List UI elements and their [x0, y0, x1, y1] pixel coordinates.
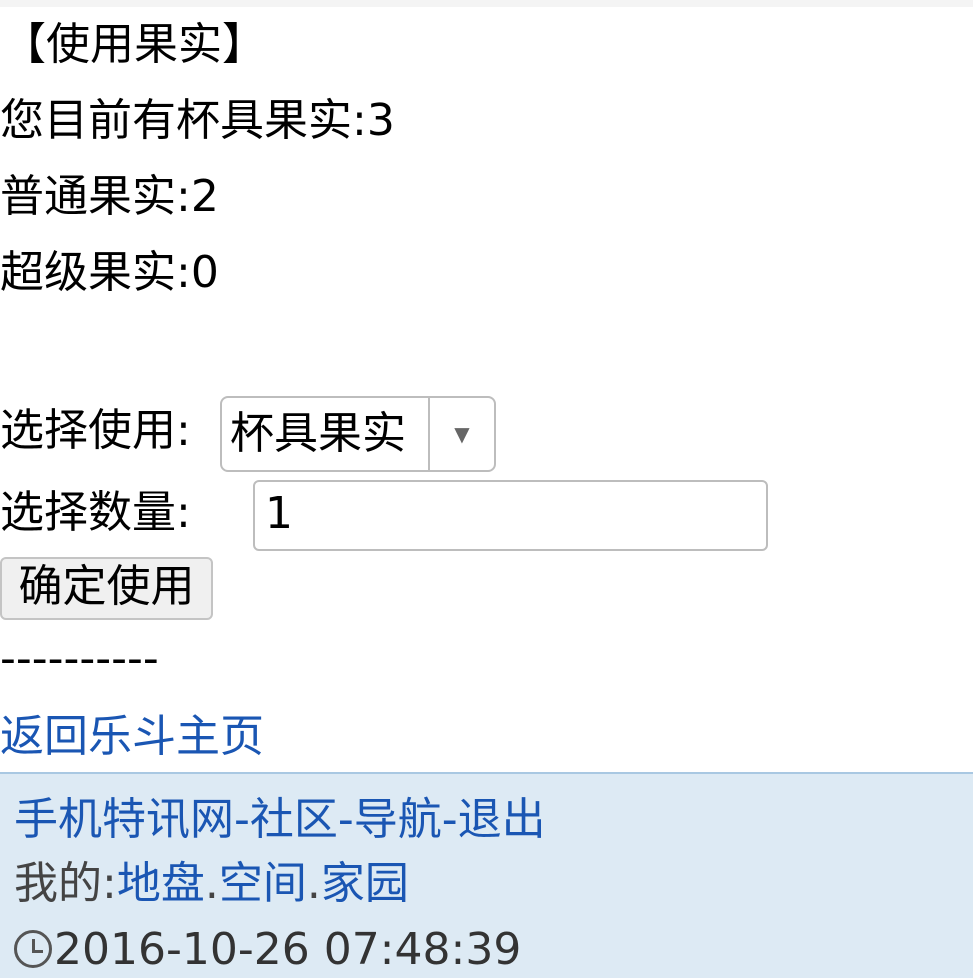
- select-use-label: 选择使用:: [0, 405, 191, 456]
- footer-time: 2016-10-26 07:48:39: [14, 924, 521, 976]
- footer: 手机特讯网-社区-导航-退出 我的:地盘.空间.家园 2016-10-26 07…: [0, 772, 973, 978]
- territory-link[interactable]: 地盘: [117, 858, 205, 909]
- normal-fruit-count: 普通果实:2: [0, 171, 219, 222]
- divider-text: ----------: [0, 633, 159, 684]
- nav-separator: -: [337, 794, 354, 845]
- space-link[interactable]: 空间: [219, 858, 307, 909]
- super-fruit-count: 超级果实:0: [0, 247, 219, 298]
- current-fruit-total: 您目前有杯具果实:3: [0, 95, 395, 146]
- clock-icon: [14, 930, 52, 968]
- footer-mine: 我的:地盘.空间.家园: [14, 858, 409, 910]
- return-home-link[interactable]: 返回乐斗主页: [0, 711, 264, 763]
- chevron-down-icon[interactable]: ▼: [430, 422, 494, 446]
- navigation-link[interactable]: 导航: [354, 794, 442, 845]
- fruit-type-select-value: 杯具果实: [230, 408, 406, 459]
- logout-link[interactable]: 退出: [458, 794, 546, 845]
- nav-separator: -: [234, 794, 250, 845]
- community-link[interactable]: 社区: [250, 794, 338, 845]
- nav-separator: -: [441, 794, 458, 845]
- page-title: 【使用果实】: [2, 19, 266, 70]
- home-link[interactable]: 家园: [321, 858, 409, 909]
- mine-separator: .: [306, 858, 321, 909]
- mine-separator: .: [204, 858, 219, 909]
- confirm-use-button[interactable]: 确定使用: [0, 557, 213, 620]
- top-bar: [0, 0, 973, 7]
- quantity-label: 选择数量:: [0, 487, 191, 538]
- footer-nav: 手机特讯网-社区-导航-退出: [14, 794, 546, 846]
- timestamp: 2016-10-26 07:48:39: [54, 924, 522, 975]
- mine-label: 我的:: [14, 858, 117, 909]
- site-link[interactable]: 手机特讯网: [14, 794, 234, 845]
- quantity-input[interactable]: 1: [253, 480, 768, 551]
- fruit-type-select[interactable]: 杯具果实 ▼: [220, 396, 496, 472]
